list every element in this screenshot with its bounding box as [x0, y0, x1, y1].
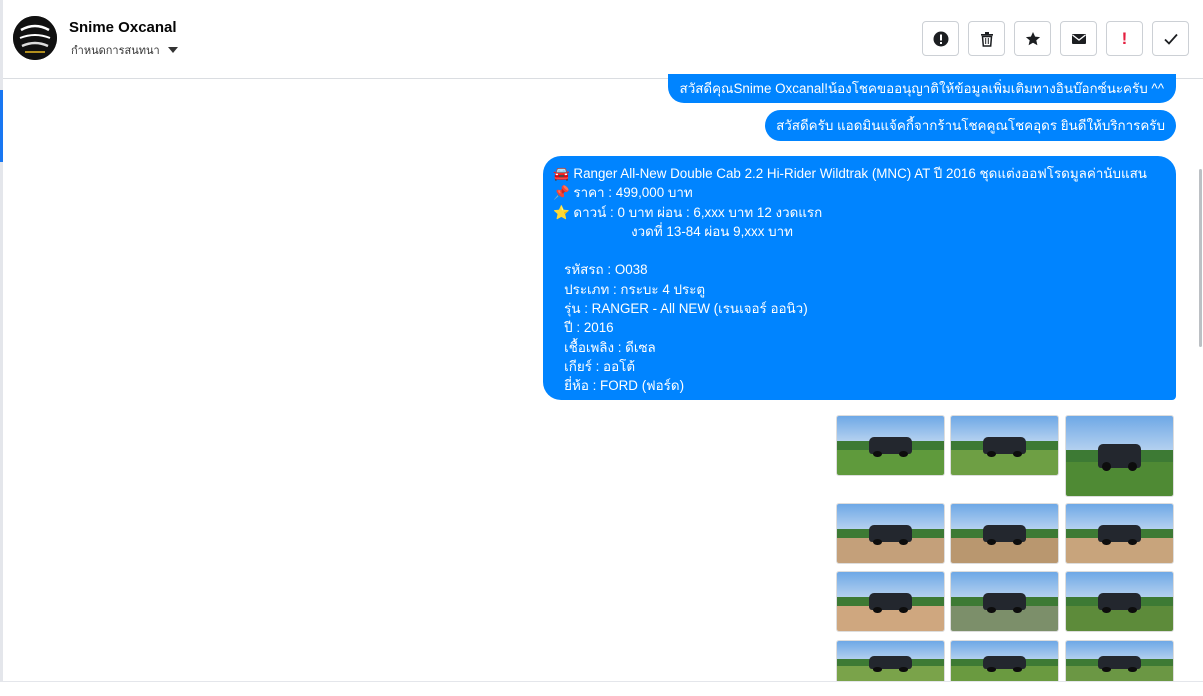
car-photo[interactable]: [1065, 415, 1174, 497]
listing-title: 🚘 Ranger All-New Double Cab 2.2 Hi-Rider…: [553, 166, 1147, 181]
star-icon: [1025, 31, 1040, 45]
envelope-icon: [1071, 33, 1086, 44]
listing-message-bubble: 🚘 Ranger All-New Double Cab 2.2 Hi-Rider…: [543, 156, 1176, 400]
car-photo[interactable]: [950, 640, 1059, 681]
photo-grid: [836, 415, 1176, 681]
car-photo[interactable]: [836, 571, 945, 632]
listing-price: 📌 ราคา : 499,000 บาท: [553, 185, 693, 201]
caret-down-icon: [167, 47, 178, 53]
listing-model: รุ่น : RANGER - All NEW (เรนเจอร์ ออนิว): [553, 301, 808, 317]
scrollbar-thumb[interactable]: [1199, 169, 1202, 347]
exclamation-icon: !: [1121, 28, 1128, 48]
mail-button[interactable]: [1060, 21, 1097, 56]
listing-fuel: เชื้อเพลิง : ดีเซล: [553, 339, 656, 355]
listing-car-code: รหัสรถ : O038: [553, 262, 648, 278]
info-button[interactable]: [922, 21, 959, 56]
listing-down-payment: ⭐ ดาวน์ : 0 บาท ผ่อน : 6,xxx บาท 12 งวดแ…: [553, 204, 823, 220]
message-bubble: สวัสดีครับ แอดมินแจ้คกี้จากร้านโชคคูณโชค…: [765, 110, 1176, 141]
car-photo[interactable]: [950, 415, 1059, 476]
contact-name[interactable]: Snime Oxcanal: [69, 19, 177, 36]
message-scrollbar[interactable]: [1196, 79, 1203, 695]
delete-button[interactable]: [968, 21, 1005, 56]
car-photo[interactable]: [1065, 503, 1174, 564]
listing-brand: ยี่ห้อ : FORD (ฟอร์ด): [553, 378, 685, 394]
avatar[interactable]: [13, 16, 57, 60]
header-actions: !: [922, 21, 1189, 56]
exclamation-circle-icon: [933, 31, 948, 46]
listing-installment: งวดที่ 13-84 ผ่อน 9,xxx บาท: [553, 223, 793, 239]
done-button[interactable]: [1152, 21, 1189, 56]
car-photo[interactable]: [950, 571, 1059, 632]
listing-type: ประเภท : กระบะ 4 ประตู: [553, 281, 706, 297]
composer-edge: [0, 681, 1203, 696]
conversation-header: Snime Oxcanal กำหนดการสนทนา !: [3, 0, 1203, 79]
car-photo[interactable]: [1065, 571, 1174, 632]
avatar-logo-icon: [13, 16, 57, 60]
car-photo[interactable]: [836, 415, 945, 476]
star-button[interactable]: [1014, 21, 1051, 56]
trash-icon: [980, 31, 993, 47]
conversation-schedule-label: กำหนดการสนทนา: [71, 45, 160, 57]
car-photo[interactable]: [836, 640, 945, 681]
message-bubble: สวัสดีคุณSnime Oxcanal!น้องโชคขออนุญาติใ…: [667, 74, 1176, 103]
listing-gear: เกียร์ : ออโต้: [553, 358, 636, 374]
active-conversation-indicator: [0, 90, 3, 162]
conversation-schedule[interactable]: กำหนดการสนทนา: [71, 41, 178, 59]
listing-year: ปี : 2016: [553, 320, 614, 336]
important-button[interactable]: !: [1106, 21, 1143, 56]
checkmark-icon: [1163, 33, 1178, 45]
car-photo[interactable]: [836, 503, 945, 564]
listing-spacer: [553, 241, 1166, 260]
car-photo[interactable]: [1065, 640, 1174, 681]
car-photo[interactable]: [950, 503, 1059, 564]
